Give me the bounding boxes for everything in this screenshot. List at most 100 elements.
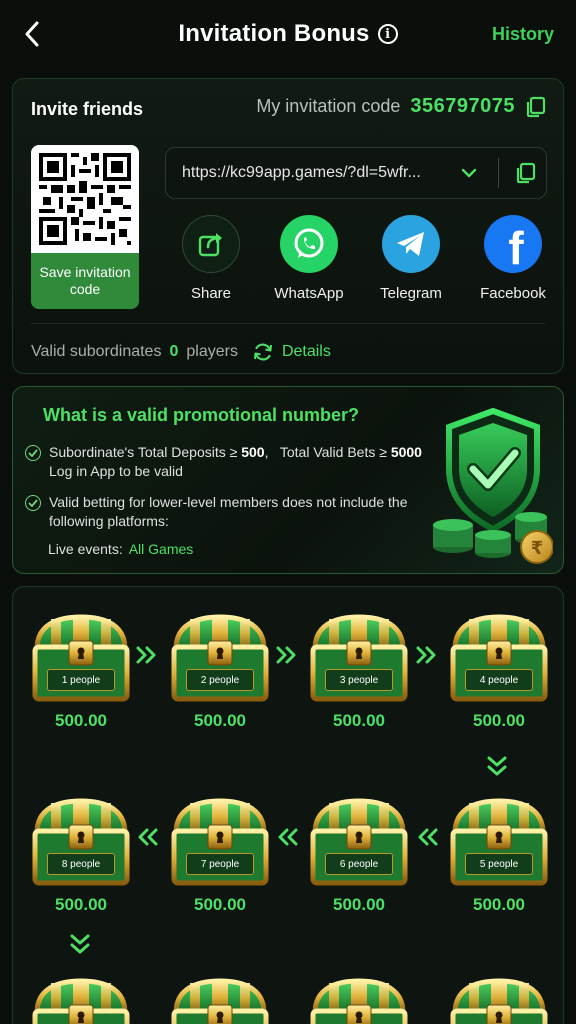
- reward-chest[interactable]: 8 people 500.00: [29, 795, 133, 915]
- reward-amount: 500.00: [333, 895, 385, 914]
- code-label: My invitation code: [256, 96, 401, 116]
- reward-chest[interactable]: 2 people 500.00: [168, 611, 272, 731]
- back-button[interactable]: [18, 20, 46, 48]
- facebook-icon: f: [484, 215, 542, 273]
- top-bar: Invitation Bonus i History: [0, 0, 576, 68]
- double-chevron-left-icon: [415, 827, 439, 847]
- treasure-chest-icon: 1 people: [29, 611, 133, 703]
- reward-chest[interactable]: 3 people 500.00: [307, 611, 411, 731]
- reward-chest[interactable]: 7 people 500.00: [168, 795, 272, 915]
- divider: [498, 158, 499, 188]
- reward-amount: 500.00: [194, 895, 246, 914]
- shield-check-illustration: ₹: [433, 407, 553, 564]
- people-badge: 3 people: [325, 669, 393, 691]
- treasure-chest-icon: [447, 975, 551, 1024]
- qr-code-panel: Save invitation code: [31, 145, 139, 309]
- reward-chest[interactable]: 6 people 500.00: [307, 795, 411, 915]
- whatsapp-button[interactable]: WhatsApp: [259, 215, 359, 302]
- copy-code-icon[interactable]: [525, 96, 547, 118]
- share-options: Share WhatsApp Telegram f Facebook: [161, 215, 557, 315]
- reward-chest[interactable]: [29, 975, 133, 1024]
- treasure-chest-icon: 7 people: [168, 795, 272, 887]
- reward-chest[interactable]: [168, 975, 272, 1024]
- invite-link-text: https://kc99app.games/?dl=5wfr...: [182, 164, 421, 181]
- qr-code: [31, 145, 139, 253]
- check-circle-icon: [25, 445, 41, 461]
- reward-chest[interactable]: 4 people 500.00: [447, 611, 551, 731]
- bet-threshold: 5000: [390, 444, 422, 460]
- whatsapp-label: WhatsApp: [274, 285, 344, 302]
- divider: [31, 323, 545, 324]
- people-badge: 4 people: [465, 669, 533, 691]
- valid-subordinates-count: 0: [169, 343, 179, 360]
- reward-amount: 500.00: [333, 711, 385, 730]
- valid-subordinates-row: Valid subordinates 0 players Details: [31, 341, 331, 363]
- treasure-chest-icon: 6 people: [307, 795, 411, 887]
- chevron-down-icon[interactable]: [458, 162, 480, 184]
- login-rule-text: Log in App to be valid: [49, 463, 183, 479]
- reward-amount: 500.00: [55, 711, 107, 730]
- facebook-label: Facebook: [480, 285, 546, 302]
- valid-promo-info-card: What is a valid promotional number? Subo…: [12, 386, 564, 574]
- invite-link-field[interactable]: https://kc99app.games/?dl=5wfr...: [165, 147, 547, 199]
- reward-chest[interactable]: [307, 975, 411, 1024]
- double-chevron-right-icon: [415, 645, 439, 665]
- title-group: Invitation Bonus i: [178, 20, 398, 48]
- share-label: Share: [190, 285, 232, 302]
- reward-chest[interactable]: 1 people 500.00: [29, 611, 133, 731]
- promo-rule-2: Valid betting for lower-level members do…: [25, 493, 435, 531]
- check-circle-icon: [25, 495, 41, 511]
- whatsapp-icon: [280, 215, 338, 273]
- treasure-chest-icon: 3 people: [307, 611, 411, 703]
- details-link[interactable]: Details: [282, 343, 331, 361]
- info-icon[interactable]: i: [377, 24, 398, 44]
- reward-chest[interactable]: [447, 975, 551, 1024]
- bet-rule-text: , Total Valid Bets ≥: [264, 444, 391, 460]
- page-title: Invitation Bonus: [178, 20, 370, 47]
- people-badge: 5 people: [465, 853, 533, 875]
- telegram-icon: [382, 215, 440, 273]
- treasure-chest-icon: [29, 975, 133, 1024]
- double-chevron-down-icon: [69, 933, 93, 954]
- people-badge: 1 people: [47, 669, 115, 691]
- treasure-chest-icon: [168, 975, 272, 1024]
- history-link[interactable]: History: [492, 24, 554, 45]
- live-events-value: All Games: [128, 541, 194, 557]
- valid-subordinates-label: Valid subordinates: [31, 343, 162, 360]
- double-chevron-right-icon: [135, 645, 159, 665]
- reward-amount: 500.00: [473, 895, 525, 914]
- people-badge: 2 people: [186, 669, 254, 691]
- live-events-row: Live events: All Games: [48, 541, 193, 557]
- facebook-button[interactable]: f Facebook: [463, 215, 563, 302]
- share-icon: [182, 215, 240, 273]
- people-badge: 8 people: [47, 853, 115, 875]
- invitation-code-row: My invitation code 356797075: [256, 95, 547, 118]
- invitation-code: 356797075: [410, 95, 515, 117]
- treasure-chest-icon: 8 people: [29, 795, 133, 887]
- double-chevron-left-icon: [135, 827, 159, 847]
- telegram-label: Telegram: [380, 285, 442, 302]
- refresh-icon[interactable]: [252, 341, 274, 363]
- share-button[interactable]: Share: [161, 215, 261, 302]
- double-chevron-right-icon: [275, 645, 299, 665]
- telegram-button[interactable]: Telegram: [361, 215, 461, 302]
- valid-subordinates-unit: players: [186, 343, 238, 360]
- chevron-left-icon: [25, 21, 39, 47]
- treasure-chest-icon: 4 people: [447, 611, 551, 703]
- promo-title: What is a valid promotional number?: [43, 405, 360, 425]
- people-badge: 7 people: [186, 853, 254, 875]
- treasure-chest-icon: 5 people: [447, 795, 551, 887]
- reward-amount: 500.00: [194, 711, 246, 730]
- reward-amount: 500.00: [473, 711, 525, 730]
- treasure-chest-icon: [307, 975, 411, 1024]
- deposit-threshold: 500: [241, 444, 265, 460]
- invite-title: Invite friends: [31, 99, 144, 119]
- svg-text:₹: ₹: [531, 538, 544, 559]
- people-badge: 6 people: [325, 853, 393, 875]
- treasure-chest-icon: 2 people: [168, 611, 272, 703]
- copy-link-icon[interactable]: [515, 162, 537, 184]
- double-chevron-left-icon: [275, 827, 299, 847]
- save-invitation-code-button[interactable]: Save invitation code: [31, 253, 139, 309]
- invite-card: Invite friends My invitation code 356797…: [12, 78, 564, 374]
- reward-chest[interactable]: 5 people 500.00: [447, 795, 551, 915]
